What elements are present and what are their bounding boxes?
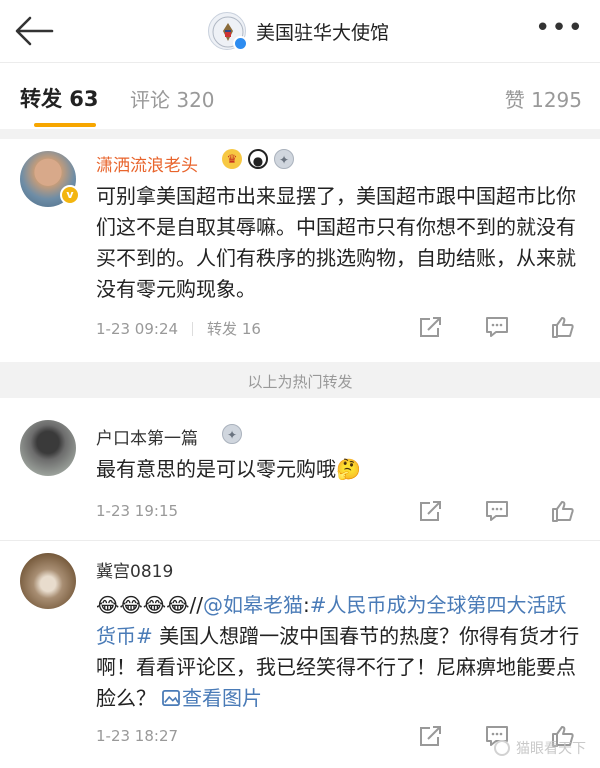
colon: : [302, 593, 310, 617]
page-title: 美国驻华大使馆 [256, 21, 390, 44]
back-arrow-icon[interactable] [14, 14, 54, 48]
more-dots-icon[interactable]: ••• [535, 15, 584, 41]
view-image-link[interactable]: 查看图片 [156, 686, 262, 710]
tab-repost[interactable]: 转发 63 [20, 83, 99, 113]
crown-badge-icon: ♛ [222, 149, 242, 169]
timestamp: 1-23 09:24 [96, 319, 179, 338]
post-meta: 1-23 09:24 转发 16 [96, 318, 261, 339]
verified-badge-icon [233, 36, 248, 51]
post-actions [418, 499, 576, 523]
meta-separator [192, 321, 194, 336]
view-image-label: 查看图片 [182, 686, 262, 710]
wechat-channel-icon [494, 740, 510, 756]
comment-icon[interactable] [484, 499, 510, 523]
section-gap [0, 129, 600, 139]
post-meta: 1-23 19:15 [96, 502, 178, 520]
repost-separator: // [189, 593, 203, 617]
image-icon [162, 690, 180, 706]
share-icon[interactable] [418, 499, 444, 523]
post-text: 可别拿美国超市出来显摆了，美国超市跟中国超市比你们这不是自取其辱嘛。中国超市只有… [96, 184, 576, 301]
avatar[interactable] [20, 420, 76, 476]
share-icon[interactable] [418, 724, 444, 748]
share-icon[interactable] [418, 315, 444, 339]
user-badges: ✦ [222, 424, 242, 444]
hot-reposts-divider: 以上为热门转发 [247, 373, 353, 391]
embassy-seal-avatar [208, 12, 248, 51]
active-tab-indicator [34, 123, 96, 127]
repost-item: 冀宫0819 😂😂😂😂//@如皋老猫:#人民币成为全球第四大活跃货币# 美国人想… [0, 541, 600, 768]
vip-badge-icon: v [60, 185, 80, 205]
timestamp: 1-23 19:15 [96, 502, 179, 520]
tab-like[interactable]: 赞 1295 [505, 84, 582, 113]
tab-comment[interactable]: 评论 320 [130, 84, 215, 113]
mention-link[interactable]: @如皋老猫 [203, 593, 303, 617]
post-text: 最有意思的是可以零元购哦🤔 [96, 457, 361, 481]
medal-badge-icon: ✦ [222, 424, 242, 444]
repost-item: 户口本第一篇 ✦ 最有意思的是可以零元购哦🤔 1-23 19:15 [0, 398, 600, 538]
repost-item: v 潇洒流浪老头 ♛ ● ✦ 可别拿美国超市出来显摆了，美国超市跟中国超市比你们… [0, 139, 600, 369]
emoji-group: 😂😂😂😂 [96, 593, 190, 617]
medal-badge-icon: ✦ [274, 149, 294, 169]
username[interactable]: 潇洒流浪老头 [96, 151, 198, 176]
user-badges: ♛ ● ✦ [222, 149, 294, 169]
top-bar: 美国驻华大使馆 ••• [0, 0, 600, 62]
watermark-text: 猫眼看天下 [516, 741, 586, 757]
comment-icon[interactable] [484, 315, 510, 339]
username[interactable]: 户口本第一篇 [96, 424, 198, 449]
username[interactable]: 冀宫0819 [96, 557, 173, 582]
account-header[interactable]: 美国驻华大使馆 [208, 10, 389, 52]
post-meta: 1-23 18:27 [96, 727, 178, 745]
post-text: 😂😂😂😂//@如皋老猫:#人民币成为全球第四大活跃货币# 美国人想蹭一波中国春节… [96, 590, 582, 714]
watermark: 猫眼看天下 [494, 738, 586, 758]
like-icon[interactable] [550, 499, 576, 523]
tab-bar: 转发 63 评论 320 赞 1295 [0, 63, 600, 129]
repost-count[interactable]: 转发 16 [207, 318, 261, 339]
post-actions [418, 315, 576, 339]
avatar[interactable] [20, 553, 76, 609]
timestamp: 1-23 18:27 [96, 727, 179, 745]
like-icon[interactable] [550, 315, 576, 339]
panda-badge-icon: ● [248, 149, 268, 169]
